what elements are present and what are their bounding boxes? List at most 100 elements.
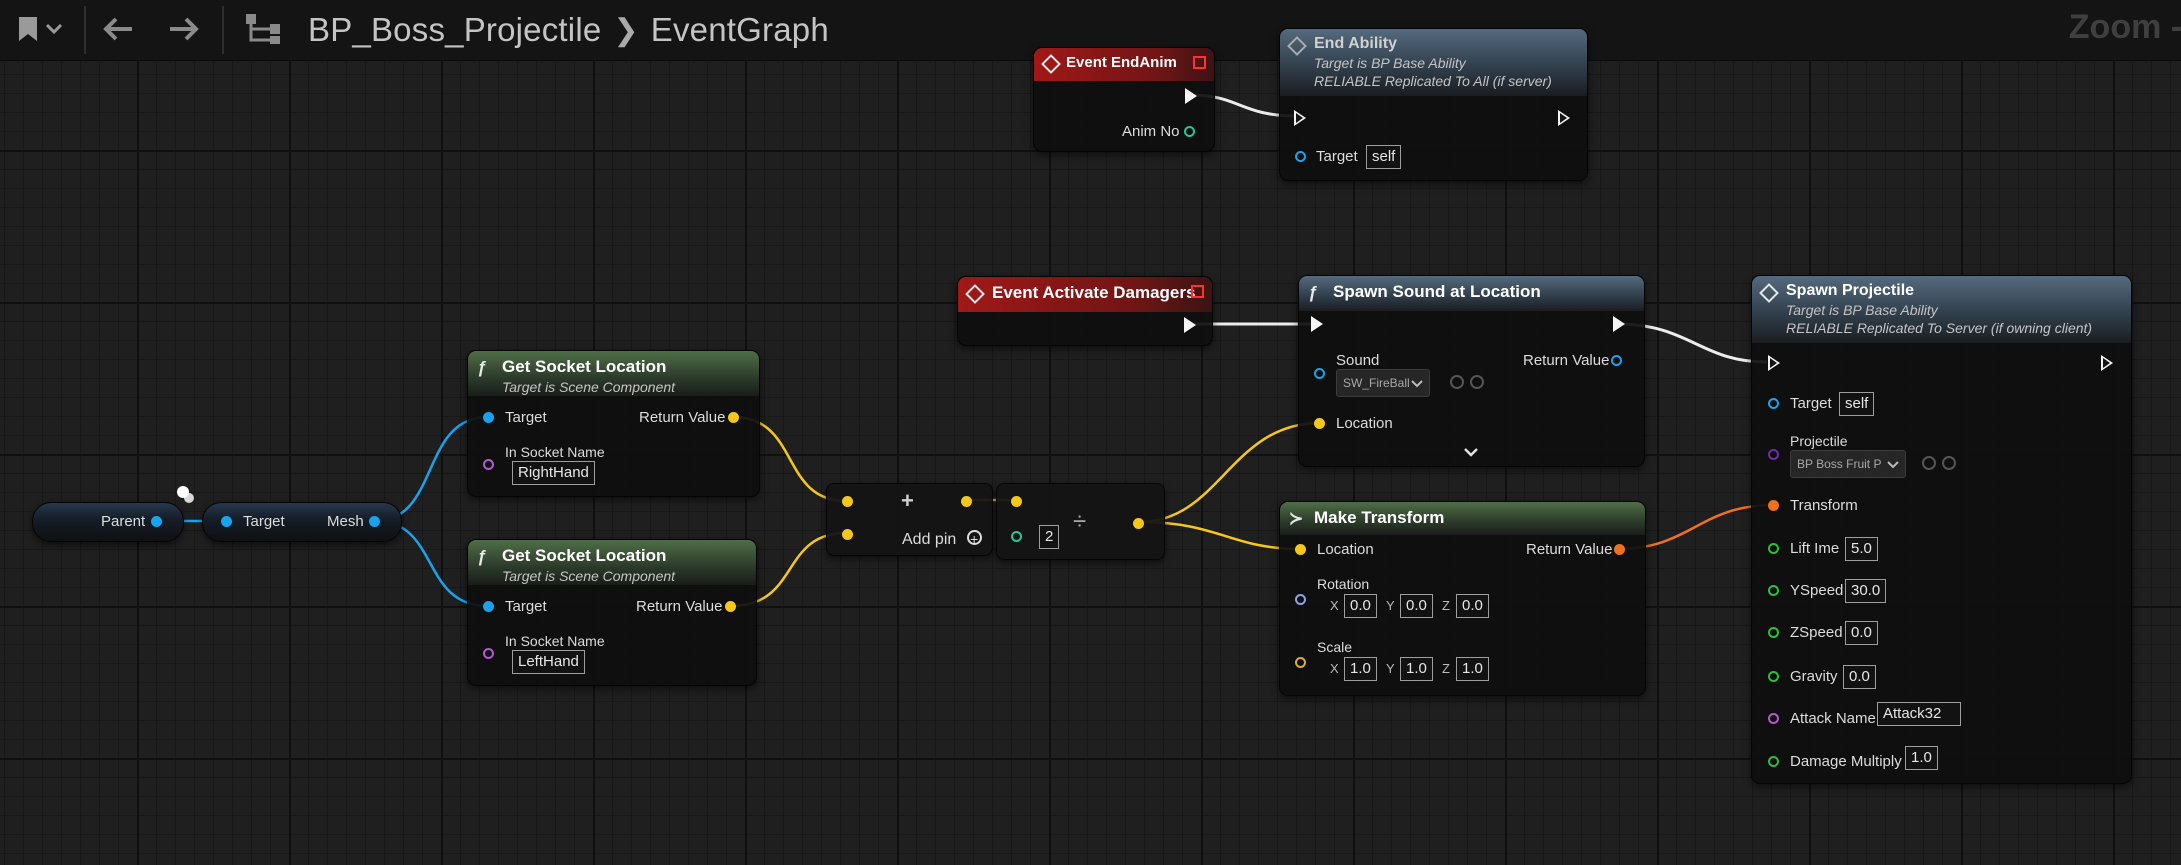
add-pin-button[interactable]: Add pin + <box>902 530 982 549</box>
projectile-class-pin[interactable] <box>1768 449 1779 460</box>
rotation-pin[interactable] <box>1295 594 1306 605</box>
divide-input-b-pin[interactable] <box>1011 531 1022 542</box>
divisor-value[interactable]: 2 <box>1039 525 1060 549</box>
pin-label-lifetime: Lift Ime <box>1790 540 1840 557</box>
node-get-socket-location-right[interactable]: ƒ Get Socket Location Target is Scene Co… <box>467 350 760 497</box>
return-value-pin[interactable] <box>1611 355 1622 366</box>
browse-icon[interactable] <box>1470 375 1484 389</box>
node-spawn-projectile[interactable]: Spawn Projectile Target is BP Base Abili… <box>1751 275 2132 784</box>
yspeed-value[interactable]: 30.0 <box>1845 579 1887 603</box>
delegate-pin-icon[interactable] <box>1191 285 1204 298</box>
back-button[interactable] <box>96 8 140 50</box>
delegate-pin-icon[interactable] <box>1193 56 1206 69</box>
pin-label-gravity: Gravity <box>1790 668 1838 685</box>
exec-out-pin[interactable] <box>1613 316 1625 332</box>
scale-pin[interactable] <box>1295 657 1306 668</box>
node-get-parent[interactable]: Parent <box>32 502 184 542</box>
node-add[interactable]: + Add pin + <box>826 483 993 556</box>
attack-name-value[interactable]: Attack32 <box>1877 702 1961 726</box>
node-subtitle: Target is BP Base Ability <box>1786 302 1938 318</box>
gravity-value[interactable]: 0.0 <box>1843 665 1876 689</box>
node-title: Spawn Sound at Location <box>1333 282 1541 301</box>
bookmark-button[interactable] <box>10 8 70 50</box>
pin-label-location: Location <box>1336 415 1393 432</box>
browse-icon[interactable] <box>1942 456 1956 470</box>
exec-in-pin[interactable] <box>1768 355 1780 371</box>
return-value-pin[interactable] <box>1614 544 1625 555</box>
return-value-pin[interactable] <box>725 601 736 612</box>
exec-out-pin[interactable] <box>2101 355 2113 371</box>
scale-y-value[interactable]: 1.0 <box>1400 657 1433 681</box>
target-pin[interactable] <box>1768 398 1779 409</box>
sound-pin[interactable] <box>1314 368 1325 379</box>
return-value-pin[interactable] <box>728 412 739 423</box>
node-spawn-sound[interactable]: ƒ Spawn Sound at Location Sound SW_FireB… <box>1298 275 1645 467</box>
zspeed-value[interactable]: 0.0 <box>1845 621 1878 645</box>
scale-z-value[interactable]: 1.0 <box>1456 657 1489 681</box>
node-event-endanim[interactable]: Event EndAnim Anim No <box>1033 47 1215 152</box>
graph-hierarchy-button[interactable] <box>240 8 288 50</box>
target-value[interactable]: self <box>1839 392 1875 416</box>
use-selected-icon[interactable] <box>1450 375 1464 389</box>
yspeed-pin[interactable] <box>1768 585 1779 596</box>
pin-label-in-socket-name: In Socket Name <box>505 633 605 649</box>
node-event-activate-damagers[interactable]: Event Activate Damagers <box>957 276 1213 346</box>
add-input-a-pin[interactable] <box>842 496 853 507</box>
node-divide[interactable]: 2 ÷ <box>996 483 1165 560</box>
node-get-mesh[interactable]: Target Mesh <box>202 502 402 542</box>
node-replication: RELIABLE Replicated To Server (if owning… <box>1786 320 2093 336</box>
toolbar-separator <box>84 6 86 54</box>
sound-asset-dropdown[interactable]: SW_FireBall <box>1336 369 1430 397</box>
location-pin[interactable] <box>1314 418 1325 429</box>
damage-multiply-value[interactable]: 1.0 <box>1905 746 1938 770</box>
mesh-out-pin[interactable] <box>369 516 380 527</box>
lifetime-pin[interactable] <box>1768 543 1779 554</box>
attack-name-pin[interactable] <box>1768 713 1779 724</box>
node-end-ability[interactable]: End Ability Target is BP Base Ability RE… <box>1279 28 1588 181</box>
add-output-pin[interactable] <box>961 496 972 507</box>
parent-out-pin[interactable] <box>151 516 162 527</box>
breadcrumb-blueprint[interactable]: BP_Boss_Projectile <box>308 11 601 49</box>
location-pin[interactable] <box>1295 544 1306 555</box>
expand-chevron-icon[interactable] <box>1464 448 1478 458</box>
in-socket-name-pin[interactable] <box>483 459 494 470</box>
in-socket-name-value[interactable]: RightHand <box>512 461 595 485</box>
divide-input-a-pin[interactable] <box>1011 496 1022 507</box>
node-get-socket-location-left[interactable]: ƒ Get Socket Location Target is Scene Co… <box>467 539 757 686</box>
add-input-b-pin[interactable] <box>842 529 853 540</box>
exec-out-pin[interactable] <box>1558 110 1570 126</box>
add-operator-icon: + <box>901 488 914 513</box>
in-socket-name-pin[interactable] <box>483 648 494 659</box>
exec-out-pin[interactable] <box>1185 88 1197 104</box>
transform-pin[interactable] <box>1768 500 1779 511</box>
damage-multiply-pin[interactable] <box>1768 756 1779 767</box>
target-pin[interactable] <box>483 601 494 612</box>
target-value[interactable]: self <box>1366 145 1402 169</box>
divide-output-pin[interactable] <box>1133 518 1144 529</box>
breadcrumb-graph[interactable]: EventGraph <box>651 11 829 49</box>
in-socket-name-value[interactable]: LeftHand <box>512 650 585 674</box>
exec-out-pin[interactable] <box>1184 317 1196 333</box>
target-pin[interactable] <box>221 516 232 527</box>
exec-in-pin[interactable] <box>1294 110 1306 126</box>
forward-button[interactable] <box>162 8 206 50</box>
gravity-pin[interactable] <box>1768 671 1779 682</box>
anim-no-pin[interactable] <box>1184 126 1195 137</box>
rotation-y-value[interactable]: 0.0 <box>1400 594 1433 618</box>
exec-in-pin[interactable] <box>1311 316 1323 332</box>
chevron-down-icon <box>1411 380 1423 388</box>
target-pin[interactable] <box>483 412 494 423</box>
target-pin[interactable] <box>1295 151 1306 162</box>
pin-label-in-socket-name: In Socket Name <box>505 444 605 460</box>
zspeed-pin[interactable] <box>1768 627 1779 638</box>
lifetime-value[interactable]: 5.0 <box>1845 537 1878 561</box>
pin-label-rotation: Rotation <box>1317 576 1370 592</box>
rotation-x-value[interactable]: 0.0 <box>1344 594 1377 618</box>
node-make-transform[interactable]: ≻ Make Transform Location Return Value R… <box>1279 501 1646 696</box>
scale-x-value[interactable]: 1.0 <box>1344 657 1377 681</box>
rotation-z-value[interactable]: 0.0 <box>1456 594 1489 618</box>
zoom-level: Zoom -3 <box>2068 8 2181 46</box>
use-selected-icon[interactable] <box>1922 456 1936 470</box>
breadcrumb-chevron-icon: ❯ <box>613 13 639 47</box>
projectile-class-dropdown[interactable]: BP Boss Fruit P <box>1790 450 1906 478</box>
